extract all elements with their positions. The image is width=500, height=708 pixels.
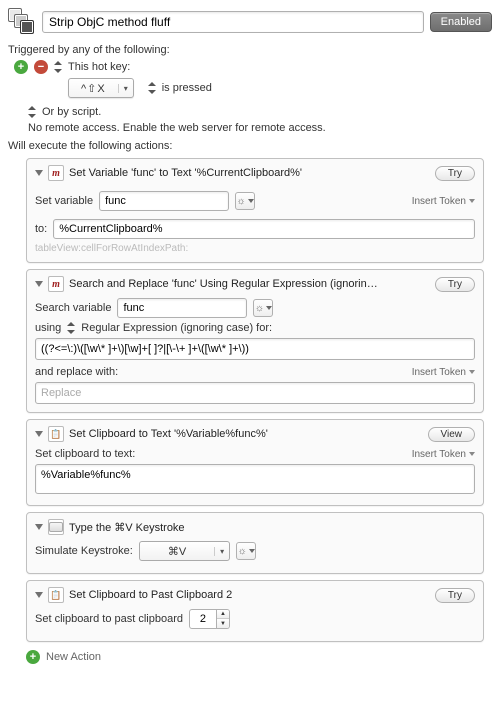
plus-icon: + <box>26 650 40 664</box>
sort-arrows-icon[interactable] <box>67 322 75 334</box>
chevron-down-icon[interactable]: ▾ <box>214 547 229 556</box>
variable-name-input[interactable] <box>99 191 229 211</box>
action-title: Type the ⌘V Keystroke <box>69 521 475 534</box>
regex-mode: Regular Expression (ignoring case) for: <box>81 322 272 334</box>
macro-title-input[interactable] <box>42 11 424 33</box>
view-button[interactable]: View <box>428 427 476 442</box>
clipboard-index-stepper[interactable]: ▲ ▼ <box>189 609 230 629</box>
replace-label: and replace with: <box>35 366 118 378</box>
hotkey-value: ^⇧X <box>69 82 118 95</box>
macro-icon <box>8 8 36 36</box>
sort-arrows-icon[interactable] <box>28 106 36 118</box>
try-button[interactable]: Try <box>435 166 475 181</box>
clipboard-icon: 📋 <box>48 426 64 442</box>
is-pressed-label: is pressed <box>162 82 212 94</box>
new-action-button[interactable]: + New Action <box>26 650 492 664</box>
keyboard-icon <box>48 519 64 535</box>
new-action-label: New Action <box>46 651 101 663</box>
replace-input[interactable] <box>35 382 475 404</box>
disclosure-icon[interactable] <box>35 524 43 530</box>
action-set-variable: m Set Variable 'func' to Text '%CurrentC… <box>26 158 484 263</box>
gear-icon[interactable]: ☼ <box>253 299 273 317</box>
remove-trigger-icon[interactable]: − <box>34 60 48 74</box>
regex-input[interactable] <box>35 338 475 360</box>
past-clipboard-label: Set clipboard to past clipboard <box>35 613 183 625</box>
sort-arrows-icon[interactable] <box>54 61 62 73</box>
chevron-down-icon[interactable]: ▾ <box>118 84 133 93</box>
actions-heading: Will execute the following actions: <box>8 140 492 152</box>
try-button[interactable]: Try <box>435 277 475 292</box>
try-button[interactable]: Try <box>435 588 475 603</box>
action-title: Search and Replace 'func' Using Regular … <box>69 278 430 290</box>
triggers-heading: Triggered by any of the following: <box>8 44 492 56</box>
simulate-label: Simulate Keystroke: <box>35 545 133 557</box>
to-label: to: <box>35 223 47 235</box>
action-title: Set Variable 'func' to Text '%CurrentCli… <box>69 167 430 179</box>
remote-access-text: No remote access. Enable the web server … <box>28 122 492 134</box>
insert-token-menu[interactable]: Insert Token <box>412 367 475 378</box>
set-clipboard-label: Set clipboard to text: <box>35 448 135 460</box>
disclosure-icon[interactable] <box>35 592 43 598</box>
clipboard-index-input[interactable] <box>189 609 217 629</box>
insert-token-menu[interactable]: Insert Token <box>412 196 475 207</box>
enabled-toggle[interactable]: Enabled <box>430 12 492 32</box>
preview-text: tableView:cellForRowAtIndexPath: <box>35 243 475 254</box>
disclosure-icon[interactable] <box>35 170 43 176</box>
gear-icon[interactable]: ☼ <box>236 542 256 560</box>
clipboard-text-input[interactable]: %Variable%func% <box>35 464 475 494</box>
clipboard-icon: 📋 <box>48 587 64 603</box>
step-up-icon[interactable]: ▲ <box>217 610 229 619</box>
hotkey-field[interactable]: ^⇧X ▾ <box>68 78 134 98</box>
action-search-replace: m Search and Replace 'func' Using Regula… <box>26 269 484 413</box>
action-set-past-clipboard: 📋 Set Clipboard to Past Clipboard 2 Try … <box>26 580 484 642</box>
variable-icon: m <box>48 276 64 292</box>
search-variable-input[interactable] <box>117 298 247 318</box>
action-type-keystroke: Type the ⌘V Keystroke Simulate Keystroke… <box>26 512 484 574</box>
to-value-input[interactable] <box>53 219 475 239</box>
disclosure-icon[interactable] <box>35 281 43 287</box>
variable-icon: m <box>48 165 64 181</box>
step-down-icon[interactable]: ▼ <box>217 619 229 628</box>
action-title: Set Clipboard to Text '%Variable%func%' <box>69 428 423 440</box>
using-label: using <box>35 322 61 334</box>
add-trigger-icon[interactable]: + <box>14 60 28 74</box>
action-set-clipboard: 📋 Set Clipboard to Text '%Variable%func%… <box>26 419 484 506</box>
keystroke-value: ⌘V <box>140 545 214 558</box>
disclosure-icon[interactable] <box>35 431 43 437</box>
insert-token-menu[interactable]: Insert Token <box>412 449 475 460</box>
hotkey-label: This hot key: <box>68 61 130 73</box>
script-trigger-label: Or by script. <box>42 106 101 118</box>
gear-icon[interactable]: ☼ <box>235 192 255 210</box>
search-variable-label: Search variable <box>35 302 111 314</box>
sort-arrows-icon[interactable] <box>148 82 156 94</box>
set-variable-label: Set variable <box>35 195 93 207</box>
keystroke-field[interactable]: ⌘V ▾ <box>139 541 230 561</box>
action-title: Set Clipboard to Past Clipboard 2 <box>69 589 430 601</box>
